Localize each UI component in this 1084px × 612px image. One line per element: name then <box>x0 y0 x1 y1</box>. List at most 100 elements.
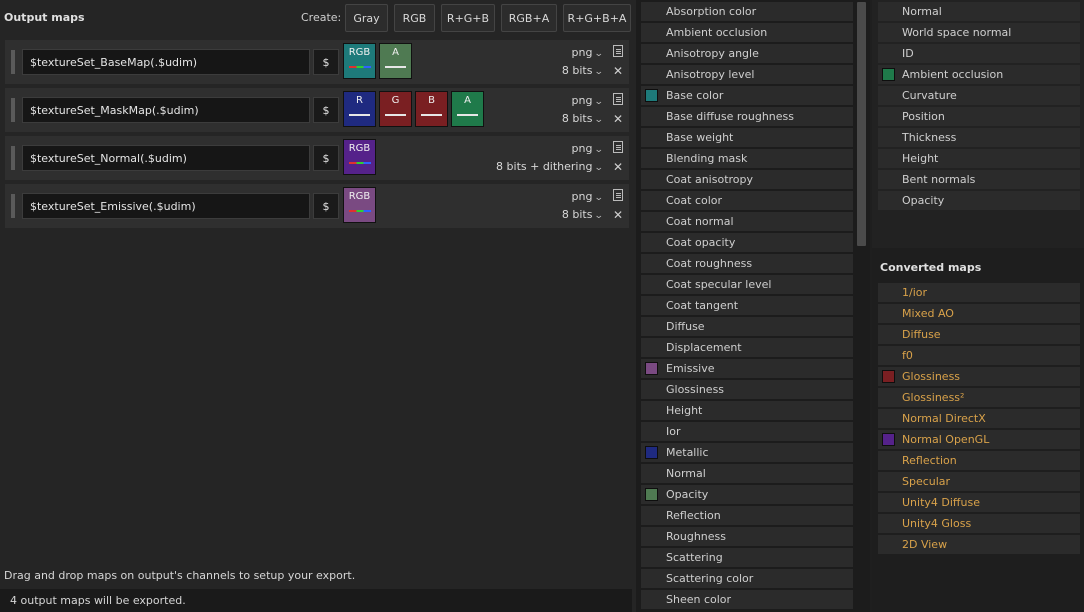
channel-list-item[interactable]: Base color <box>641 86 853 105</box>
converted-map-item[interactable]: Reflection <box>878 451 1080 470</box>
document-icon[interactable] <box>613 141 623 153</box>
format-dropdown[interactable]: png ⌄ <box>571 46 605 59</box>
channel-slot-r[interactable]: R <box>343 91 376 127</box>
mesh-map-item[interactable]: Opacity <box>878 191 1080 210</box>
channel-list-item[interactable]: Reflection <box>641 506 853 525</box>
mesh-map-label: Position <box>902 110 945 123</box>
channel-slot-rgb[interactable]: RGB <box>343 187 376 223</box>
channel-list-item[interactable]: Diffuse <box>641 317 853 336</box>
chevron-down-icon: ⌄ <box>594 97 605 107</box>
channel-list-item[interactable]: Coat tangent <box>641 296 853 315</box>
mesh-map-label: Opacity <box>902 194 945 207</box>
channel-list-item[interactable]: Ambient occlusion <box>641 23 853 42</box>
mesh-map-item[interactable]: Bent normals <box>878 170 1080 189</box>
bit-depth-dropdown[interactable]: 8 bits ⌄ <box>562 208 604 221</box>
close-icon[interactable]: ✕ <box>613 161 623 173</box>
channel-list-item[interactable]: Coat opacity <box>641 233 853 252</box>
channel-list-item[interactable]: Coat specular level <box>641 275 853 294</box>
converted-map-item[interactable]: Mixed AO <box>878 304 1080 323</box>
close-icon[interactable]: ✕ <box>613 209 623 221</box>
channel-list-item[interactable]: Emissive <box>641 359 853 378</box>
create-gray-button[interactable]: Gray <box>345 4 388 32</box>
document-icon[interactable] <box>613 93 623 105</box>
channel-slot-a[interactable]: A <box>451 91 484 127</box>
channel-indicator <box>385 66 406 68</box>
converted-map-item[interactable]: f0 <box>878 346 1080 365</box>
channel-list-item[interactable]: Height <box>641 401 853 420</box>
converted-map-item[interactable]: Glossiness <box>878 367 1080 386</box>
channel-slot-a[interactable]: A <box>379 43 412 79</box>
channel-list-item[interactable]: Coat anisotropy <box>641 170 853 189</box>
channel-slot-rgb[interactable]: RGB <box>343 43 376 79</box>
bit-depth-dropdown[interactable]: 8 bits ⌄ <box>562 112 604 125</box>
insert-variable-button[interactable]: $ <box>313 193 339 219</box>
channel-slot-b[interactable]: B <box>415 91 448 127</box>
channel-list-item[interactable]: Base weight <box>641 128 853 147</box>
mesh-map-item[interactable]: Position <box>878 107 1080 126</box>
mesh-map-item[interactable]: World space normal <box>878 23 1080 42</box>
channel-list-item[interactable]: Anisotropy angle <box>641 44 853 63</box>
mesh-map-item[interactable]: Normal <box>878 2 1080 21</box>
drag-handle[interactable] <box>11 50 15 74</box>
close-icon[interactable]: ✕ <box>613 113 623 125</box>
channel-list-item[interactable]: Sheen color <box>641 590 853 609</box>
insert-variable-button[interactable]: $ <box>313 49 339 75</box>
channel-list-item[interactable]: Scattering color <box>641 569 853 588</box>
format-dropdown[interactable]: png ⌄ <box>572 142 605 155</box>
converted-map-item[interactable]: Glossiness² <box>878 388 1080 407</box>
channel-list-item[interactable]: Coat normal <box>641 212 853 231</box>
mesh-map-item[interactable]: ID <box>878 44 1080 63</box>
create-r-g-b-a-button[interactable]: R+G+B+A <box>563 4 631 32</box>
channel-list-item[interactable]: Ior <box>641 422 853 441</box>
drag-handle[interactable] <box>11 146 15 170</box>
channel-slot-rgb[interactable]: RGB <box>343 139 376 175</box>
channel-list-item[interactable]: Absorption color <box>641 2 853 21</box>
output-filename-input[interactable]: $textureSet_Emissive(.$udim) <box>22 193 310 219</box>
create-rgb-button[interactable]: RGB <box>394 4 435 32</box>
create-rgb-a-button[interactable]: RGB+A <box>501 4 557 32</box>
channel-list-item[interactable]: Metallic <box>641 443 853 462</box>
drag-handle[interactable] <box>11 98 15 122</box>
output-filename-input[interactable]: $textureSet_Normal(.$udim) <box>22 145 310 171</box>
channel-list-item[interactable]: Scattering <box>641 548 853 567</box>
output-filename-input[interactable]: $textureSet_MaskMap(.$udim) <box>22 97 310 123</box>
converted-map-item[interactable]: Normal OpenGL <box>878 430 1080 449</box>
channel-list-item[interactable]: Anisotropy level <box>641 65 853 84</box>
insert-variable-button[interactable]: $ <box>313 145 339 171</box>
insert-variable-button[interactable]: $ <box>313 97 339 123</box>
mesh-map-item[interactable]: Ambient occlusion <box>878 65 1080 84</box>
format-dropdown[interactable]: png ⌄ <box>572 190 605 203</box>
create-r-g-b-button[interactable]: R+G+B <box>441 4 495 32</box>
mesh-map-item[interactable]: Thickness <box>878 128 1080 147</box>
channel-list-item[interactable]: Roughness <box>641 527 853 546</box>
channel-label: RGB <box>348 143 371 154</box>
channel-slot-g[interactable]: G <box>379 91 412 127</box>
document-icon[interactable] <box>613 45 623 57</box>
bit-depth-dropdown[interactable]: 8 bits ⌄ <box>562 64 604 77</box>
output-filename-input[interactable]: $textureSet_BaseMap(.$udim) <box>22 49 310 75</box>
converted-map-item[interactable]: Unity4 Gloss <box>878 514 1080 533</box>
channel-list-item[interactable]: Normal <box>641 464 853 483</box>
converted-map-item[interactable]: 1/ior <box>878 283 1080 302</box>
channel-list-item[interactable]: Coat roughness <box>641 254 853 273</box>
converted-map-item[interactable]: Normal DirectX <box>878 409 1080 428</box>
channel-list-item[interactable]: Base diffuse roughness <box>641 107 853 126</box>
channel-list-item[interactable]: Glossiness <box>641 380 853 399</box>
channel-list-item[interactable]: Opacity <box>641 485 853 504</box>
mesh-map-item[interactable]: Curvature <box>878 86 1080 105</box>
mesh-map-item[interactable]: Height <box>878 149 1080 168</box>
drag-handle[interactable] <box>11 194 15 218</box>
format-dropdown[interactable]: png ⌄ <box>572 94 605 107</box>
converted-map-item[interactable]: 2D View <box>878 535 1080 554</box>
scrollbar[interactable] <box>857 2 866 246</box>
converted-map-item[interactable]: Specular <box>878 472 1080 491</box>
converted-map-item[interactable]: Unity4 Diffuse <box>878 493 1080 512</box>
channel-list-item[interactable]: Blending mask <box>641 149 853 168</box>
bit-depth-dropdown[interactable]: 8 bits + dithering ⌄ <box>496 160 604 173</box>
document-icon[interactable] <box>613 189 623 201</box>
channel-list-item[interactable]: Coat color <box>641 191 853 210</box>
converted-map-item[interactable]: Diffuse <box>878 325 1080 344</box>
channel-list-item[interactable]: Displacement <box>641 338 853 357</box>
format-value: png <box>571 46 593 59</box>
close-icon[interactable]: ✕ <box>613 65 623 77</box>
